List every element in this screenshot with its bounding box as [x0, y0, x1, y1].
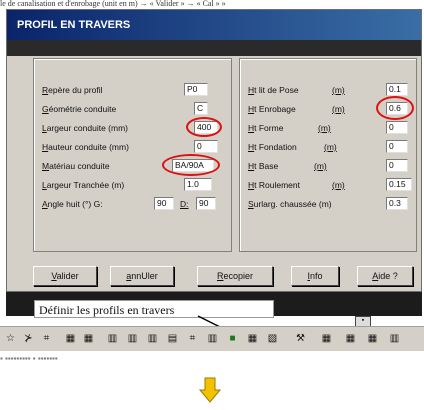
label-base: Ht Base — [248, 161, 279, 171]
field-angle-g[interactable]: 90 — [154, 197, 174, 210]
profil-dialog: PROFIL EN TRAVERS Repère du profil P0 Gé… — [6, 9, 422, 292]
field-roulement[interactable]: 0.15 — [386, 178, 412, 191]
field-hauteur-conduite[interactable]: 0 — [194, 140, 218, 153]
toolbar-icon-17[interactable]: ▦ — [344, 332, 357, 345]
unit-fondation: (m) — [324, 142, 337, 152]
toolbar-icon-10[interactable]: ⌗ — [186, 332, 199, 345]
field-geometrie[interactable]: C — [194, 102, 208, 115]
label-repere: Repère du profil — [42, 85, 103, 95]
label-roulement: Ht Roulement — [248, 180, 300, 190]
aide-button[interactable]: Aide ? — [357, 266, 413, 286]
toolbar-icon-1[interactable]: ☆ — [4, 332, 17, 345]
field-largeur-tranchee[interactable]: 1.0 — [184, 178, 212, 191]
toolbar-icon-18[interactable]: ▦ — [366, 332, 379, 345]
label-largeur-tranchee: Largeur Tranchée (m) — [42, 180, 125, 190]
label-largeur-conduite: Largeur conduite (mm) — [42, 123, 128, 133]
toolbar-icon-9[interactable]: ▤ — [166, 332, 179, 345]
unit-lit-pose: (m) — [332, 85, 345, 95]
field-angle-d[interactable]: 90 — [196, 197, 216, 210]
unit-enrobage: (m) — [332, 104, 345, 114]
label-enrobage: Ht Enrobage — [248, 104, 296, 114]
field-fondation[interactable]: 0 — [386, 140, 408, 153]
label-materiau: Matériau conduite — [42, 161, 110, 171]
field-repere[interactable]: P0 — [184, 83, 208, 96]
label-geometrie: Géométrie conduite — [42, 104, 117, 114]
down-arrow-icon — [199, 377, 221, 403]
field-forme[interactable]: 0 — [386, 121, 408, 134]
highlight-circle-materiau — [162, 154, 220, 176]
unit-forme: (m) — [318, 123, 331, 133]
label-angle-d: D: — [180, 199, 189, 209]
field-lit-pose[interactable]: 0.1 — [386, 83, 408, 96]
dialog-titlebar: PROFIL EN TRAVERS — [7, 10, 421, 40]
toolbar-icon-5[interactable]: ▦ — [82, 332, 95, 345]
label-surlargeur: Surlarg. chaussée (m) — [248, 199, 332, 209]
top-caption: le de canalisation et d'enrobage (unit e… — [0, 0, 226, 8]
faded-status-text: ▪ ▪▪▪▪▪▪▪▪▪ ▪ ▪▪▪▪▪▪▪ — [0, 354, 58, 363]
dialog-dark-band — [7, 40, 421, 56]
toolbar-icon-6[interactable]: ▥ — [106, 332, 119, 345]
dialog-title: PROFIL EN TRAVERS — [17, 19, 131, 31]
toolbar-tooltip: Définir les profils en travers — [34, 300, 274, 318]
valider-button[interactable]: Valider — [33, 266, 97, 286]
toolbar-icon-4[interactable]: ▦ — [64, 332, 77, 345]
toolbar-icon-16[interactable]: ▦ — [320, 332, 333, 345]
toolbar-icon-19[interactable]: ▥ — [388, 332, 401, 345]
toolbar-icon-13[interactable]: ▦ — [246, 332, 259, 345]
toolbar-icon-3[interactable]: ⌗ — [40, 332, 53, 345]
main-toolbar: ☆ ⊁ ⌗ ▦ ▦ ▥ ▥ ▥ ▤ ⌗ ▥ ■ ▦ ▧ ⚒ ▦ ▦ ▦ ▥ — [0, 326, 424, 351]
toolbar-icon-12[interactable]: ■ — [226, 332, 239, 345]
toolbar-icon-15[interactable]: ⚒ — [294, 332, 307, 345]
toolbar-icon-11[interactable]: ▥ — [206, 332, 219, 345]
label-forme: Ht Forme — [248, 123, 284, 133]
couches-group: Ht lit de Pose (m) 0.1 Ht Enrobage (m) 0… — [239, 58, 417, 252]
label-hauteur-conduite: Hauteur conduite (mm) — [42, 142, 129, 152]
toolbar-icon-8[interactable]: ▥ — [146, 332, 159, 345]
label-angle: Angle huit (°) G: — [42, 199, 103, 209]
highlight-circle-enrobage — [376, 96, 414, 120]
toolbar-icon-14[interactable]: ▧ — [266, 332, 279, 345]
recopier-button[interactable]: Recopier — [197, 266, 273, 286]
label-lit-pose: Ht lit de Pose — [248, 85, 299, 95]
conduite-group: Repère du profil P0 Géométrie conduite C… — [33, 58, 232, 252]
highlight-circle-largeur — [186, 117, 222, 137]
toolbar-icon-2[interactable]: ⊁ — [22, 332, 35, 345]
field-surlargeur[interactable]: 0.3 — [386, 197, 408, 210]
info-button[interactable]: Info — [291, 266, 339, 286]
unit-base: (m) — [314, 161, 327, 171]
toolbar-icon-7[interactable]: ▥ — [126, 332, 139, 345]
field-base[interactable]: 0 — [386, 159, 408, 172]
annuler-button[interactable]: annUler — [110, 266, 174, 286]
label-fondation: Ht Fondation — [248, 142, 297, 152]
unit-roulement: (m) — [332, 180, 345, 190]
